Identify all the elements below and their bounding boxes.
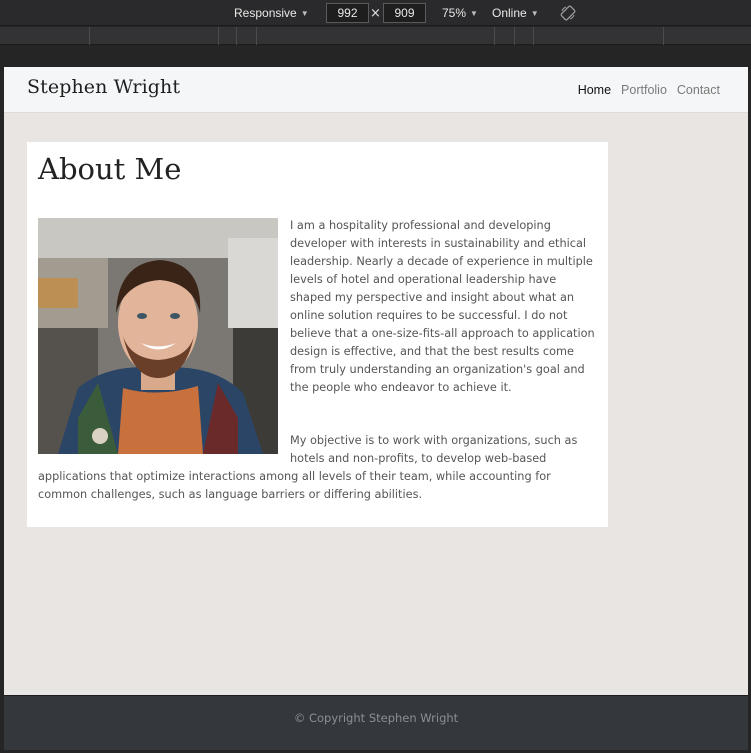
network-label: Online [492,6,527,20]
media-query-marker[interactable] [89,27,90,45]
devtools-toolbar: Responsive ▼ 992 × 909 75% ▼ Online ▼ [0,0,751,26]
network-throttle-select[interactable]: Online ▼ [492,0,539,26]
zoom-label: 75% [442,6,467,20]
media-query-marker[interactable] [218,27,219,45]
viewport-gutter [0,46,751,66]
profile-photo-image [38,218,278,454]
dimension-separator: × [370,6,381,21]
height-input[interactable]: 909 [383,3,426,23]
media-query-marker[interactable] [256,27,257,45]
nav-contact-link[interactable]: Contact [677,83,720,97]
copyright-text: © Copyright Stephen Wright [293,711,459,725]
media-query-bar[interactable] [0,27,751,45]
nav-links: Home Portfolio Contact [578,83,720,97]
chevron-down-icon: ▼ [530,9,539,18]
media-query-marker[interactable] [533,27,534,45]
about-heading: About Me [38,152,182,186]
device-label: Responsive [234,6,297,20]
profile-photo [38,218,278,454]
width-input[interactable]: 992 [326,3,369,23]
chevron-down-icon: ▼ [300,9,309,18]
rotate-icon[interactable] [560,5,576,21]
device-select[interactable]: Responsive ▼ [234,0,309,26]
site-navbar: Stephen Wright Home Portfolio Contact [4,67,748,113]
media-query-marker[interactable] [494,27,495,45]
about-card: About Me I am a hospitality professional… [27,142,608,527]
media-query-marker[interactable] [514,27,515,45]
site-brand[interactable]: Stephen Wright [27,76,180,98]
media-query-marker[interactable] [663,27,664,45]
site-footer: © Copyright Stephen Wright [4,695,748,750]
about-body: I am a hospitality professional and deve… [38,217,596,504]
zoom-select[interactable]: 75% ▼ [442,0,478,26]
nav-home-link[interactable]: Home [578,83,611,97]
device-viewport: Stephen Wright Home Portfolio Contact Ab… [4,67,748,750]
nav-portfolio-link[interactable]: Portfolio [621,83,667,97]
chevron-down-icon: ▼ [470,9,478,18]
media-query-marker[interactable] [236,27,237,45]
